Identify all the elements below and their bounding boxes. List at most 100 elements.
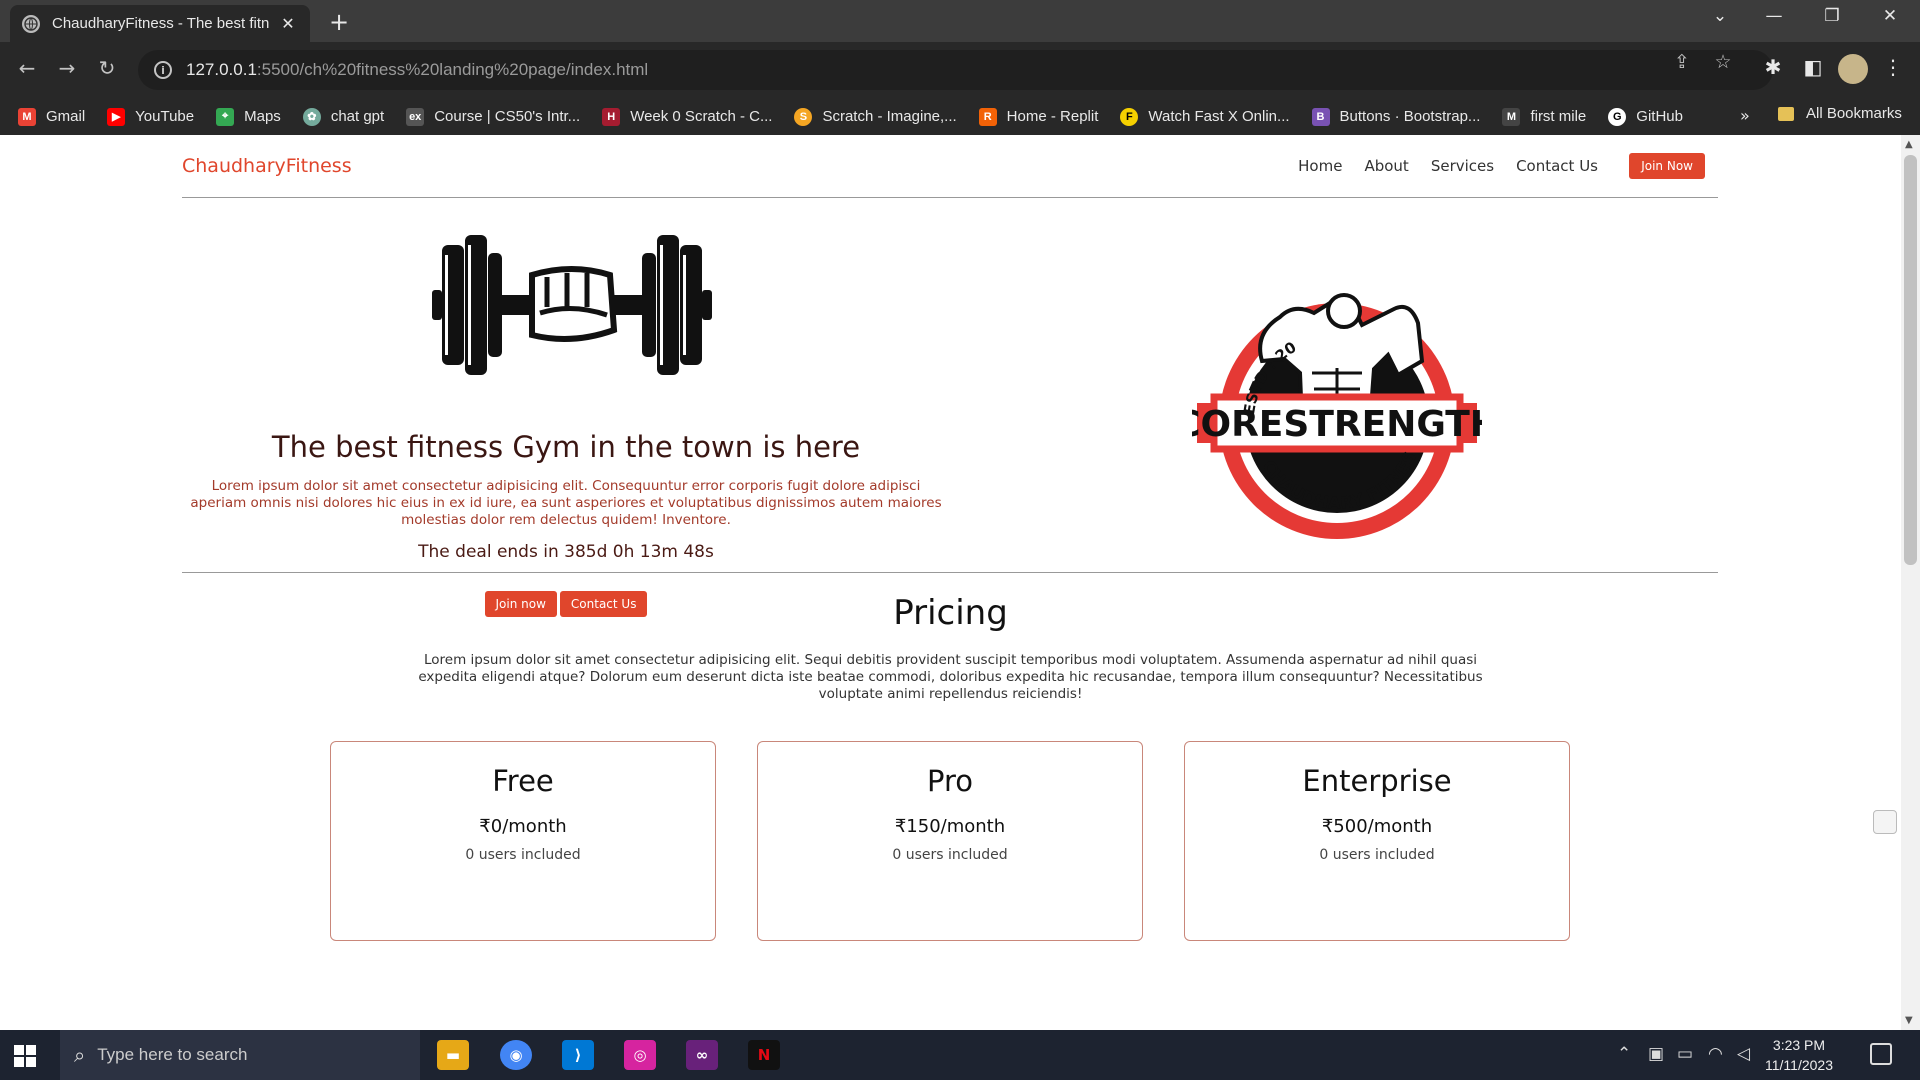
windows-taskbar: ⌕ Type here to search ▬ ◉ ⟩ ◎ ∞ N ⌃ ▣ ▭ … — [0, 1030, 1920, 1080]
share-icon[interactable]: ⇪ — [1669, 51, 1695, 73]
minimize-icon[interactable]: — — [1754, 6, 1794, 26]
volume-icon[interactable]: ◁ — [1737, 1044, 1750, 1064]
meet-icon[interactable]: ▣ — [1648, 1044, 1664, 1064]
emblem-banner-text: CORESTRENGTH — [1192, 404, 1482, 445]
nav-about[interactable]: About — [1364, 157, 1408, 175]
instagram-icon[interactable]: ◎ — [624, 1040, 656, 1070]
tray-chevron-icon[interactable]: ⌃ — [1617, 1044, 1631, 1064]
bookmark-scratch[interactable]: S Scratch - Imagine,... — [794, 107, 957, 126]
site-brand[interactable]: ChaudharyFitness — [182, 155, 352, 177]
plan-users: 0 users included — [465, 847, 581, 863]
youtube-icon: ▶ — [107, 107, 126, 126]
hero-description: Lorem ipsum dolor sit amet consectetur a… — [190, 478, 942, 528]
gmail-icon: M — [18, 107, 36, 126]
plan-users: 0 users included — [892, 847, 1008, 863]
nav-home[interactable]: Home — [1298, 157, 1342, 175]
plan-price: ₹0/month — [479, 816, 567, 837]
bookmark-firstmile[interactable]: Mfirst mile — [1502, 107, 1586, 126]
visual-studio-icon[interactable]: ∞ — [686, 1040, 718, 1070]
page-viewport: ChaudharyFitness Home About Services Con… — [0, 135, 1901, 1030]
site-navbar: ChaudharyFitness Home About Services Con… — [182, 135, 1718, 198]
site-menu: Home About Services Contact Us — [1276, 157, 1598, 175]
bookmark-github[interactable]: G GitHub — [1608, 107, 1683, 126]
pricing-description: Lorem ipsum dolor sit amet consectetur a… — [418, 652, 1483, 702]
address-bar[interactable]: i 127.0.0.1:5500/ch%20fitness%20landing%… — [138, 50, 1773, 90]
all-bookmarks-button[interactable]: All Bookmarks — [1778, 105, 1902, 122]
stream-icon: F — [1120, 107, 1139, 126]
bookmark-week0[interactable]: H Week 0 Scratch - C... — [602, 107, 772, 126]
extensions-icon[interactable]: ✱ — [1758, 55, 1788, 79]
forward-icon[interactable]: → — [52, 56, 82, 80]
profile-avatar[interactable] — [1838, 54, 1868, 84]
plan-price: ₹500/month — [1321, 816, 1433, 837]
netflix-icon[interactable]: N — [748, 1040, 780, 1070]
wifi-icon[interactable]: ◠ — [1708, 1044, 1723, 1064]
bookmark-cs50[interactable]: ex Course | CS50's Intr... — [406, 107, 580, 126]
nav-contact[interactable]: Contact Us — [1516, 157, 1598, 175]
floating-helper-icon[interactable] — [1873, 810, 1897, 834]
plan-price: ₹150/month — [894, 816, 1006, 837]
clock-time: 3:23 PM — [1772, 1037, 1826, 1053]
chrome-icon[interactable]: ◉ — [500, 1040, 532, 1070]
page-scrollbar[interactable]: ▲ ▼ — [1901, 135, 1920, 1030]
folder-icon — [1778, 106, 1794, 121]
restore-icon[interactable]: ❐ — [1812, 6, 1852, 26]
site-info-icon[interactable]: i — [154, 61, 172, 79]
url-text: 127.0.0.1:5500/ch%20fitness%20landing%20… — [186, 60, 649, 79]
bookmark-gmail[interactable]: M Gmail — [18, 107, 85, 126]
side-panel-icon[interactable]: ◧ — [1798, 55, 1828, 79]
join-now-nav-button[interactable]: Join Now — [1629, 153, 1705, 179]
pricing-card-enterprise: Enterprise ₹500/month 0 users included — [1184, 741, 1570, 941]
bookmark-chatgpt[interactable]: ✿ chat gpt — [302, 107, 384, 126]
hero-title: The best fitness Gym in the town is here — [271, 430, 861, 464]
browser-toolbar: ← → ↻ i 127.0.0.1:5500/ch%20fitness%20la… — [0, 42, 1920, 98]
bookmark-replit[interactable]: R Home - Replit — [978, 107, 1098, 126]
scroll-up-icon[interactable]: ▲ — [1905, 139, 1913, 150]
scroll-down-icon[interactable]: ▼ — [1905, 1015, 1913, 1026]
scrollbar-thumb[interactable] — [1904, 155, 1917, 565]
edx-icon: ex — [406, 107, 425, 126]
chatgpt-icon: ✿ — [302, 107, 321, 126]
nav-services[interactable]: Services — [1431, 157, 1494, 175]
notification-icon[interactable] — [1870, 1043, 1892, 1065]
reload-icon[interactable]: ↻ — [92, 56, 122, 80]
pricing-card-pro: Pro ₹150/month 0 users included — [757, 741, 1143, 941]
tab-close-icon[interactable]: ✕ — [278, 14, 298, 33]
tab-title: ChaudharyFitness - The best fitn — [52, 15, 270, 32]
windows-start-icon[interactable] — [14, 1045, 36, 1067]
new-tab-icon[interactable]: + — [324, 8, 354, 36]
hero-section: The best fitness Gym in the town is here… — [182, 198, 1718, 617]
back-icon[interactable]: ← — [12, 56, 42, 80]
firstmile-icon: M — [1502, 107, 1521, 126]
bookmark-fastx[interactable]: F Watch Fast X Onlin... — [1120, 107, 1290, 126]
plan-name: Free — [492, 764, 554, 798]
vscode-icon[interactable]: ⟩ — [562, 1040, 594, 1070]
harvard-icon: H — [602, 107, 621, 126]
bookmark-bootstrap[interactable]: B Buttons · Bootstrap... — [1311, 107, 1480, 126]
search-placeholder: Type here to search — [97, 1045, 248, 1064]
browser-tab[interactable]: ChaudharyFitness - The best fitn ✕ — [10, 5, 310, 42]
bootstrap-icon: B — [1311, 107, 1330, 126]
battery-icon[interactable]: ▭ — [1677, 1044, 1693, 1064]
window-close-icon[interactable]: ✕ — [1870, 6, 1910, 26]
maps-icon: ⌖ — [216, 107, 235, 126]
bookmark-maps[interactable]: ⌖ Maps — [216, 107, 281, 126]
taskbar-search-box[interactable]: ⌕ Type here to search — [60, 1030, 420, 1080]
menu-dots-icon[interactable]: ⋮ — [1878, 55, 1908, 79]
plan-name: Pro — [926, 764, 973, 798]
bookmark-youtube[interactable]: ▶ YouTube — [107, 107, 194, 126]
globe-icon — [22, 14, 40, 33]
plan-users: 0 users included — [1319, 847, 1435, 863]
bookmark-star-icon[interactable]: ☆ — [1710, 51, 1736, 73]
bookmarks-overflow-icon[interactable]: » — [1740, 106, 1750, 125]
pricing-title: Pricing — [893, 593, 1008, 633]
replit-icon: R — [978, 107, 997, 126]
file-explorer-icon[interactable]: ▬ — [437, 1040, 469, 1070]
taskbar-clock[interactable]: 3:23 PM 11/11/2023 — [1765, 1035, 1833, 1075]
scratch-icon: S — [794, 107, 813, 126]
plan-name: Enterprise — [1302, 764, 1452, 798]
search-icon: ⌕ — [74, 1043, 86, 1067]
bookmarks-bar: M Gmail ▶ YouTube ⌖ Maps ✿ chat gpt ex Course… — [0, 98, 1920, 135]
tab-search-chevron-icon[interactable]: ⌄ — [1700, 6, 1740, 26]
github-icon: G — [1608, 107, 1627, 126]
